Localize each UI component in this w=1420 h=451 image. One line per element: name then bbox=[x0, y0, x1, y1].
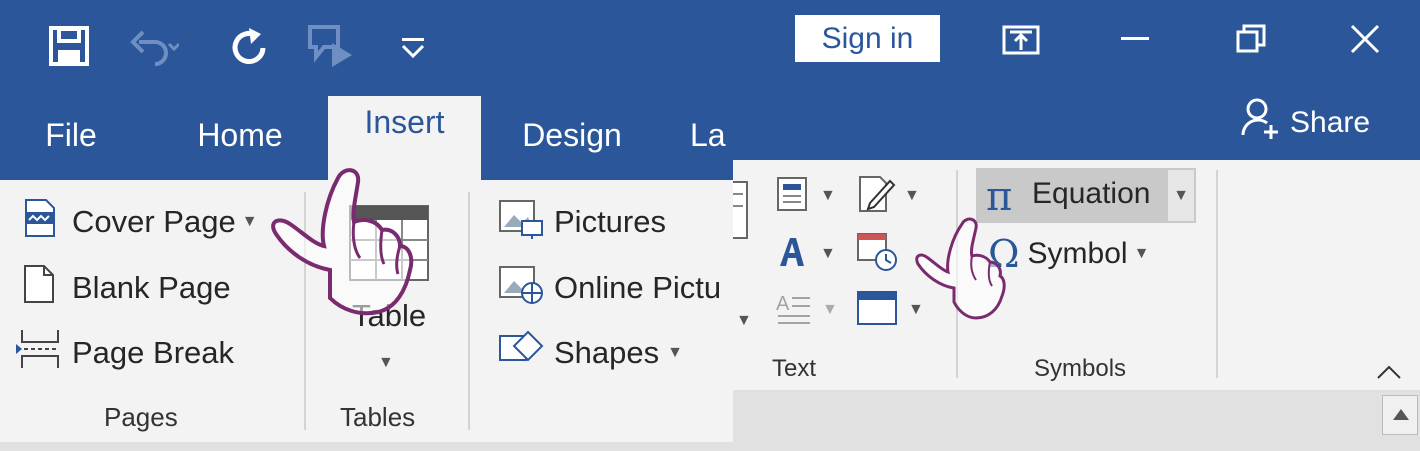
chevron-down-icon: ▼ bbox=[736, 312, 752, 329]
pointing-hand-icon bbox=[914, 216, 1006, 320]
group-label-pages: Pages bbox=[104, 402, 178, 432]
quick-parts-button[interactable]: ▼ bbox=[776, 176, 840, 216]
blank-page-icon bbox=[22, 264, 56, 312]
object-icon bbox=[856, 290, 898, 331]
cover-page-icon bbox=[22, 198, 58, 246]
pictures-icon bbox=[498, 197, 544, 247]
chevron-down-icon: ▼ bbox=[1133, 245, 1150, 262]
ribbon-display-icon[interactable] bbox=[1000, 22, 1042, 58]
minimize-icon[interactable] bbox=[1120, 34, 1150, 44]
text-box-icon bbox=[722, 180, 751, 240]
blank-page-label: Blank Page bbox=[72, 270, 231, 305]
undo-icon[interactable] bbox=[128, 24, 180, 68]
pictures-button[interactable]: Pictures bbox=[498, 198, 666, 246]
date-time-icon bbox=[856, 233, 900, 276]
chevron-down-icon: ▼ bbox=[1173, 186, 1189, 204]
signature-line-icon bbox=[856, 175, 896, 218]
redo-icon[interactable] bbox=[226, 22, 272, 70]
pointing-hand-icon bbox=[268, 160, 418, 320]
blank-page-button[interactable]: Blank Page bbox=[22, 264, 231, 312]
online-pictures-label: Online Pictu bbox=[554, 270, 722, 305]
drop-cap-button[interactable]: A ▼ bbox=[776, 290, 840, 330]
chevron-down-icon: ▼ bbox=[667, 344, 683, 361]
cover-page-label: Cover Page bbox=[72, 204, 236, 239]
group-label-symbols: Symbols bbox=[1034, 355, 1127, 382]
document-area bbox=[733, 390, 1420, 451]
sign-in-button[interactable]: Sign in bbox=[795, 15, 940, 62]
chevron-down-icon: ▼ bbox=[822, 301, 838, 318]
close-icon[interactable] bbox=[1348, 22, 1382, 56]
cover-page-button[interactable]: Cover Page ▼ bbox=[22, 198, 258, 246]
shapes-button[interactable]: Shapes ▼ bbox=[498, 329, 683, 377]
shapes-icon bbox=[498, 328, 544, 378]
pictures-label: Pictures bbox=[554, 204, 666, 239]
share-icon bbox=[1240, 97, 1280, 149]
scroll-up-button[interactable] bbox=[1382, 395, 1418, 435]
signature-line-button[interactable]: ▼ bbox=[856, 175, 928, 218]
chevron-down-icon: ▼ bbox=[820, 245, 836, 262]
tab-file[interactable]: File bbox=[28, 105, 114, 165]
equation-label: Equation bbox=[1032, 177, 1151, 210]
restore-icon[interactable] bbox=[1234, 22, 1268, 56]
document-area-left bbox=[0, 442, 733, 451]
shapes-label: Shapes bbox=[554, 335, 660, 370]
svg-text:A: A bbox=[776, 293, 790, 315]
drop-cap-icon: A bbox=[776, 290, 812, 331]
chevron-down-icon: ▼ bbox=[378, 354, 394, 371]
online-pictures-button[interactable]: Online Pictu bbox=[498, 264, 733, 312]
pi-icon: π bbox=[986, 174, 1013, 220]
tab-insert-label: Insert bbox=[364, 103, 445, 140]
group-label-text: Text bbox=[772, 355, 817, 382]
page-break-icon bbox=[14, 328, 62, 378]
group-separator bbox=[468, 192, 470, 430]
quick-parts-icon bbox=[776, 176, 808, 217]
group-separator bbox=[1216, 170, 1218, 378]
page-break-button[interactable]: Page Break bbox=[14, 329, 234, 377]
share-label: Share bbox=[1290, 106, 1371, 139]
online-pictures-icon bbox=[498, 264, 544, 312]
wordart-button[interactable]: ▼ bbox=[776, 234, 840, 274]
touch-mode-icon[interactable] bbox=[304, 22, 356, 70]
collapse-ribbon-icon[interactable] bbox=[1374, 360, 1406, 384]
group-label-tables: Tables bbox=[340, 402, 416, 432]
symbol-label: Symbol bbox=[1027, 237, 1128, 270]
chevron-down-icon: ▼ bbox=[820, 187, 836, 204]
chevron-down-icon: ▼ bbox=[904, 187, 920, 204]
page-break-label: Page Break bbox=[72, 335, 234, 370]
customize-icon[interactable] bbox=[398, 30, 428, 64]
tab-design[interactable]: Design bbox=[508, 105, 636, 165]
triangle-up-icon bbox=[1391, 406, 1411, 427]
save-icon[interactable] bbox=[45, 22, 93, 70]
wordart-icon bbox=[776, 234, 808, 275]
date-time-button[interactable] bbox=[856, 232, 904, 272]
tab-home[interactable]: Home bbox=[180, 105, 300, 165]
chevron-down-icon: ▼ bbox=[241, 213, 258, 230]
equation-dropdown[interactable]: ▼ bbox=[1166, 168, 1196, 223]
equation-button[interactable]: π Equation bbox=[976, 168, 1166, 223]
tab-layout[interactable]: La bbox=[690, 105, 733, 165]
symbol-button[interactable]: Ω Symbol ▼ bbox=[988, 230, 1149, 278]
share-button[interactable]: Share bbox=[1240, 98, 1370, 148]
